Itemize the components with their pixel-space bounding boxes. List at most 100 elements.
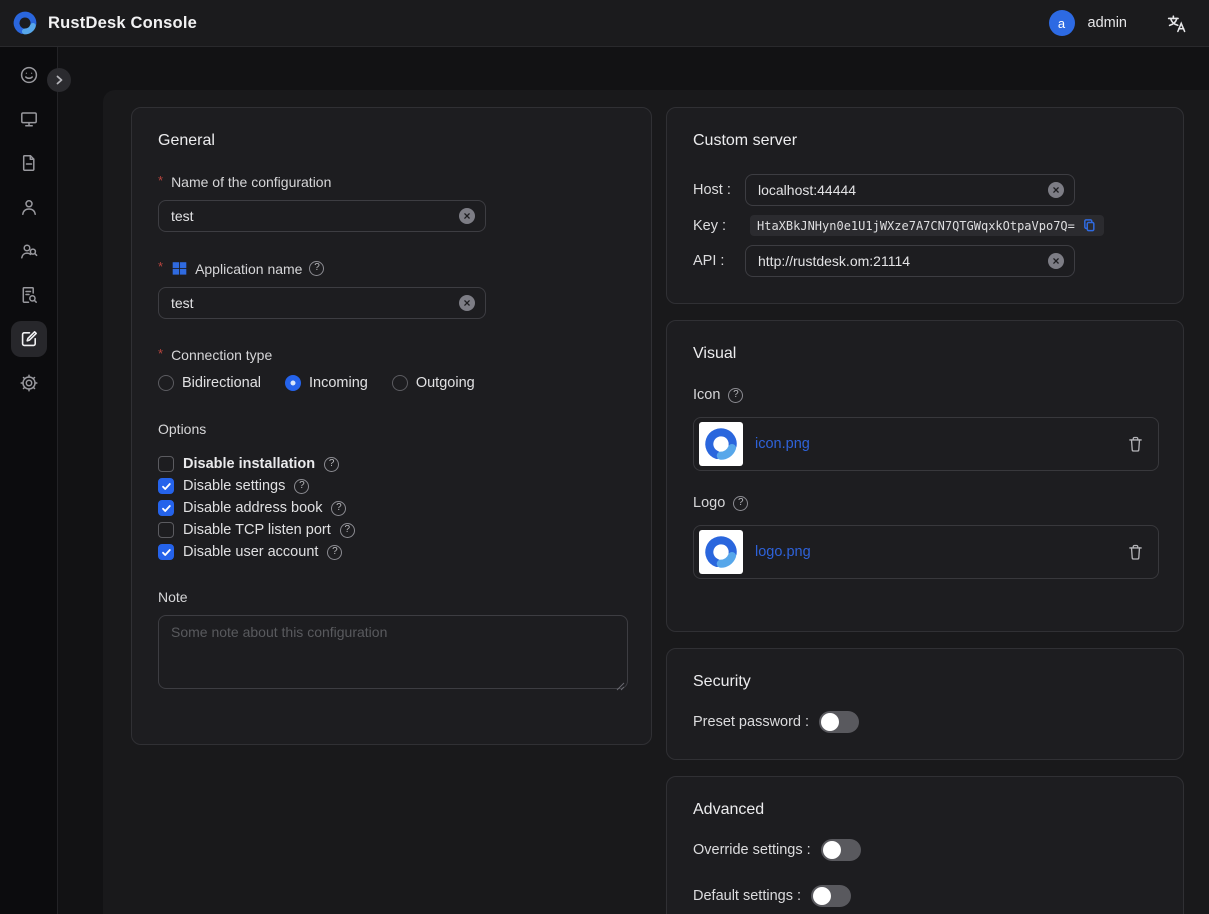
api-row: API : × (693, 245, 1157, 277)
custom-server-title: Custom server (693, 132, 1157, 150)
general-title: General (158, 132, 625, 150)
security-title: Security (693, 673, 1157, 691)
user-icon (19, 197, 39, 217)
default-settings-toggle[interactable] (811, 885, 851, 907)
override-settings-label: Override settings : (693, 842, 811, 858)
key-row: Key : HtaXBkJNHyn0e1U1jWXze7A7CN7QTGWqxk… (693, 215, 1157, 236)
options-label: Options (158, 421, 625, 437)
connection-type-radio-group: Bidirectional Incoming Outgoing (158, 375, 625, 391)
toggle-knob (821, 713, 839, 731)
default-settings-label: Default settings : (693, 888, 801, 904)
toggle-knob (813, 887, 831, 905)
radio-bidirectional[interactable]: Bidirectional (158, 375, 261, 391)
radio-circle (392, 375, 408, 391)
help-icon[interactable]: ? (733, 496, 748, 511)
radio-circle (285, 375, 301, 391)
logo-file-link[interactable]: logo.png (755, 544, 1127, 560)
clear-icon[interactable]: × (1048, 253, 1064, 269)
required-asterisk: * (158, 259, 163, 274)
checkbox-box (158, 456, 174, 472)
clear-icon[interactable]: × (459, 208, 475, 224)
main-panel: General * Name of the configuration × * … (103, 90, 1209, 914)
app-title: RustDesk Console (48, 14, 197, 33)
sidebar-item-users[interactable] (11, 189, 47, 225)
checkbox-disable-tcp-listen-port[interactable]: Disable TCP listen port ? (158, 519, 625, 541)
icon-thumbnail (699, 422, 743, 466)
icon-file-box: icon.png (693, 417, 1159, 471)
override-settings-toggle[interactable] (821, 839, 861, 861)
host-label: Host : (693, 182, 745, 198)
sidebar (0, 47, 58, 914)
checkbox-disable-installation[interactable]: Disable installation ? (158, 453, 625, 475)
required-asterisk: * (158, 173, 163, 188)
config-name-field: × (158, 200, 486, 232)
copy-icon[interactable] (1082, 218, 1097, 233)
document-search-icon (19, 285, 39, 305)
required-asterisk: * (158, 346, 163, 361)
host-input[interactable] (758, 182, 1048, 198)
user-avatar[interactable]: a (1049, 10, 1075, 36)
checkbox-box (158, 500, 174, 516)
preset-password-label: Preset password : (693, 714, 809, 730)
topbar: RustDesk Console a admin (0, 0, 1209, 47)
toggle-knob (823, 841, 841, 859)
right-column: Custom server Host : × Key : HtaXBkJNHyn… (666, 107, 1184, 914)
radio-circle (158, 375, 174, 391)
sidebar-item-devices[interactable] (11, 101, 47, 137)
logo-file-box: logo.png (693, 525, 1159, 579)
help-icon[interactable]: ? (327, 545, 342, 560)
gear-icon (19, 373, 39, 393)
sidebar-expand-button[interactable] (47, 68, 71, 92)
checkbox-disable-user-account[interactable]: Disable user account ? (158, 541, 625, 563)
override-settings-row: Override settings : (693, 839, 1157, 861)
application-name-input[interactable] (171, 295, 459, 311)
checkbox-box (158, 544, 174, 560)
visual-card: Visual Icon ? icon.png (666, 320, 1184, 632)
clear-icon[interactable]: × (459, 295, 475, 311)
key-label: Key : (693, 218, 745, 234)
advanced-title: Advanced (693, 801, 1157, 819)
api-label: API : (693, 253, 745, 269)
application-name-label: * Application name ? (158, 260, 625, 277)
help-icon[interactable]: ? (340, 523, 355, 538)
note-textarea[interactable] (158, 615, 628, 689)
general-card: General * Name of the configuration × * … (131, 107, 652, 745)
radio-incoming[interactable]: Incoming (285, 375, 368, 391)
rustdesk-logo-icon (703, 426, 739, 462)
icon-file-link[interactable]: icon.png (755, 436, 1127, 452)
sidebar-item-documents[interactable] (11, 145, 47, 181)
sidebar-item-audit[interactable] (11, 277, 47, 313)
brand: RustDesk Console (12, 10, 197, 36)
preset-password-row: Preset password : (693, 711, 1157, 733)
sidebar-item-settings[interactable] (11, 365, 47, 401)
radio-outgoing[interactable]: Outgoing (392, 375, 475, 391)
checkbox-disable-address-book[interactable]: Disable address book ? (158, 497, 625, 519)
trash-icon[interactable] (1127, 435, 1144, 453)
username[interactable]: admin (1088, 15, 1128, 31)
help-icon[interactable]: ? (294, 479, 309, 494)
help-icon[interactable]: ? (309, 261, 324, 276)
logo-label: Logo ? (693, 495, 1157, 511)
clear-icon[interactable]: × (1048, 182, 1064, 198)
trash-icon[interactable] (1127, 543, 1144, 561)
icon-label: Icon ? (693, 387, 1157, 403)
preset-password-toggle[interactable] (819, 711, 859, 733)
note-field (158, 615, 628, 694)
help-icon[interactable]: ? (324, 457, 339, 472)
advanced-card: Advanced Override settings : Default set… (666, 776, 1184, 914)
custom-server-card: Custom server Host : × Key : HtaXBkJNHyn… (666, 107, 1184, 304)
translate-icon[interactable] (1166, 13, 1187, 34)
help-icon[interactable]: ? (331, 501, 346, 516)
key-value-chip: HtaXBkJNHyn0e1U1jWXze7A7CN7QTGWqxkOtpaVp… (750, 215, 1104, 236)
sidebar-item-groups[interactable] (11, 233, 47, 269)
api-input[interactable] (758, 253, 1048, 269)
checkbox-disable-settings[interactable]: Disable settings ? (158, 475, 625, 497)
application-name-field: × (158, 287, 486, 319)
sidebar-item-configurations[interactable] (11, 321, 47, 357)
sidebar-item-dashboard[interactable] (11, 57, 47, 93)
help-icon[interactable]: ? (728, 388, 743, 403)
smiley-icon (19, 65, 39, 85)
rustdesk-logo-icon (703, 534, 739, 570)
config-name-input[interactable] (171, 208, 459, 224)
api-field: × (745, 245, 1075, 277)
